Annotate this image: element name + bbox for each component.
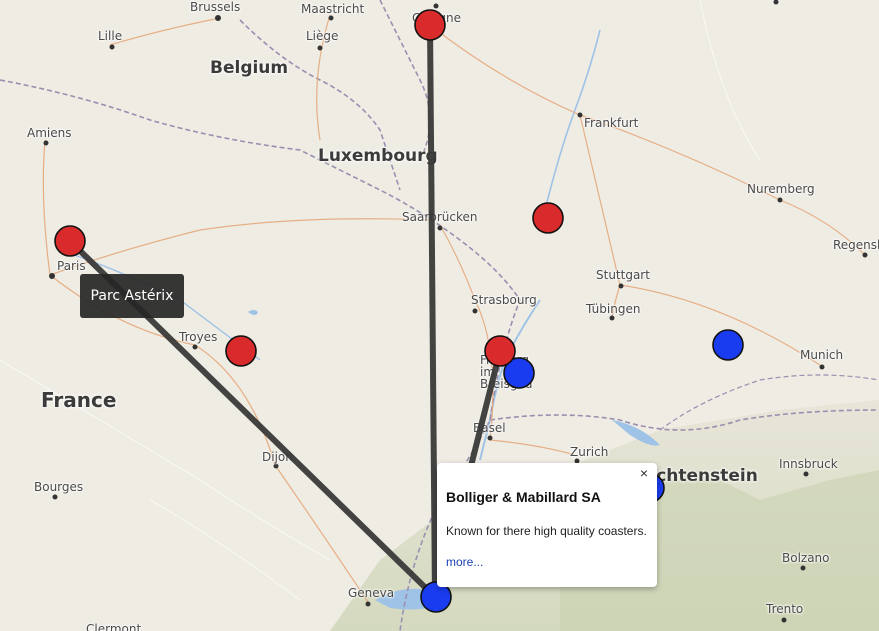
tooltip-text: Parc Astérix (90, 288, 174, 304)
marker-tooltip: Parc Astérix (80, 274, 184, 318)
popup-title: Bolliger & Mabillard SA (446, 489, 601, 505)
park-marker[interactable] (414, 9, 446, 41)
park-marker[interactable] (484, 335, 516, 367)
connection-line-europa-park (467, 348, 503, 473)
popup-close-button[interactable]: × (640, 465, 648, 481)
popup-description: Known for there high quality coasters. (446, 524, 647, 538)
manufacturer-marker[interactable] (712, 329, 744, 361)
connection-line-cologne-park (427, 22, 438, 600)
popup-more-link[interactable]: more... (446, 555, 483, 569)
map-view[interactable]: Belgium Luxembourg France Liechtenstein … (0, 0, 879, 631)
park-marker-parc-asterix[interactable] (54, 225, 86, 257)
park-marker[interactable] (532, 202, 564, 234)
park-marker[interactable] (225, 335, 257, 367)
info-popup: × Bolliger & Mabillard SA Known for ther… (437, 463, 657, 587)
